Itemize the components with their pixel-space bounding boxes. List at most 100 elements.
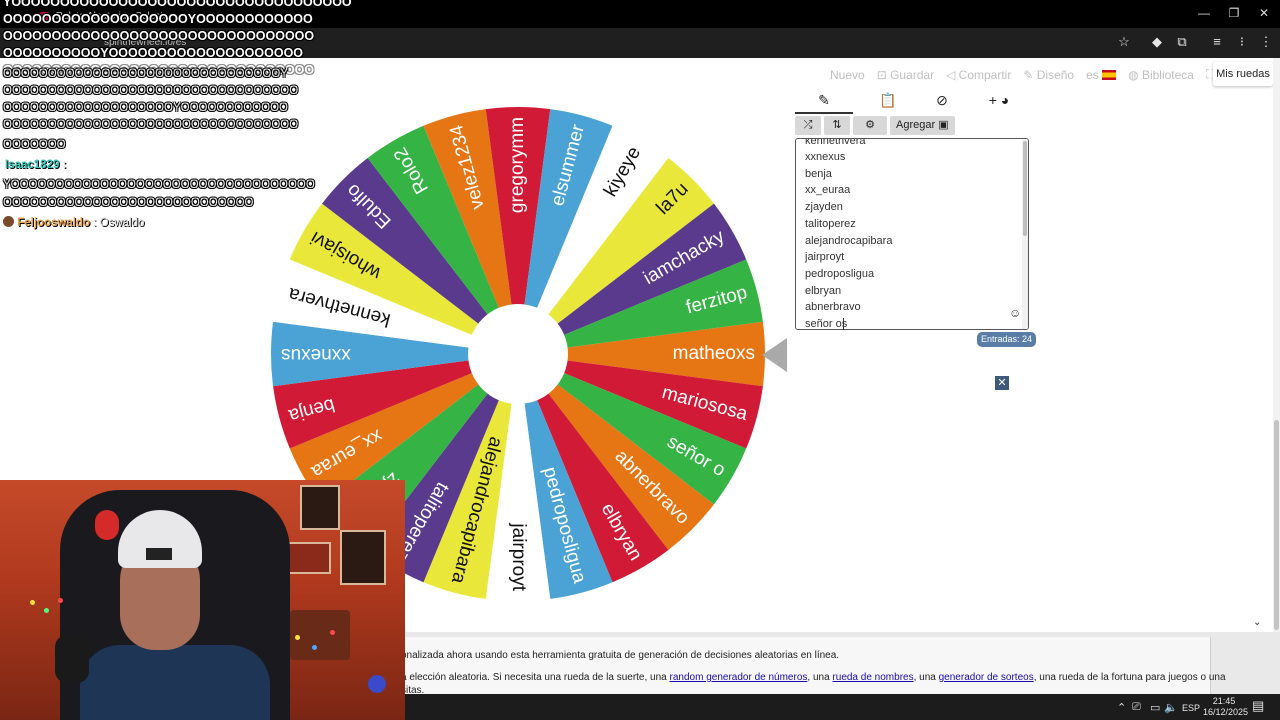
- extension-diamond-icon[interactable]: ◆: [1148, 34, 1166, 50]
- entry-item: xxnexus: [805, 151, 846, 163]
- string-light: [30, 600, 35, 605]
- entry-item: zjayden: [805, 201, 843, 213]
- chat-username-text: Feljooswaldo: [17, 217, 91, 229]
- entry-item: alejandrocapibara: [805, 235, 893, 247]
- agregar-image-button[interactable]: Agregar ▣: [890, 116, 955, 135]
- description-text: , una rueda de la fortuna para juegos o …: [1033, 672, 1226, 683]
- wheel-center[interactable]: [468, 304, 568, 404]
- guardar-button[interactable]: ⊡ Guardar: [877, 68, 934, 82]
- settings-gear-icon[interactable]: ⚙: [853, 116, 887, 135]
- minimize-icon[interactable]: —: [1194, 6, 1214, 20]
- media-queue-icon[interactable]: ≡: [1208, 34, 1226, 49]
- close-window-icon[interactable]: ✕: [1254, 6, 1274, 20]
- language-label: es: [1086, 67, 1099, 82]
- chat-message: OOOOOOOOOOOOOOOOOOOOOOOOOOOO: [3, 197, 254, 209]
- name-wheel-link[interactable]: rueda de nombres: [832, 672, 913, 683]
- diseno-button[interactable]: ✎ Diseño: [1023, 68, 1074, 82]
- agregar-label: Agregar: [896, 119, 936, 131]
- description-line: a elección aleatoria. Si necesita una ru…: [401, 672, 1226, 683]
- language-button[interactable]: es: [1086, 67, 1117, 82]
- poster-image: [340, 530, 386, 585]
- edit-pencil-icon[interactable]: ✎: [795, 92, 853, 114]
- spiderman-mask-decoration: [95, 510, 119, 540]
- chat-username: Feljooswaldo : Oswaldo: [3, 216, 144, 229]
- volume-icon[interactable]: 🔈: [1164, 701, 1178, 714]
- chat-message: OOOOOOOOOOOOOOOOOOOYOOOOOOOOOOOO: [3, 12, 313, 26]
- chevron-down-icon[interactable]: ⌄: [1253, 617, 1261, 628]
- microphone: [55, 635, 89, 683]
- add-color-icon[interactable]: + ◕: [981, 92, 1017, 114]
- entries-scroll-thumb[interactable]: [1023, 141, 1027, 236]
- spain-flag-icon: [1102, 70, 1117, 81]
- menu-kebab-icon[interactable]: ⋮: [1257, 34, 1275, 50]
- string-light: [44, 608, 49, 613]
- profile-icon[interactable]: ⁝: [1233, 34, 1251, 50]
- hide-eye-icon[interactable]: ⊘: [927, 92, 957, 114]
- nuevo-button[interactable]: Nuevo: [830, 68, 865, 82]
- notification-icon[interactable]: ▤: [1252, 698, 1264, 714]
- poster-image: [300, 485, 340, 530]
- raffle-generator-link[interactable]: generador de sorteos: [939, 672, 1034, 683]
- clock-date: 16/12/2025: [1203, 707, 1249, 717]
- string-light: [312, 645, 317, 650]
- hat-logo: [146, 548, 172, 560]
- chat-message: : Oswaldo: [93, 217, 145, 229]
- entry-item: talitoperez: [805, 218, 856, 230]
- biblioteca-label: Biblioteca: [1141, 67, 1194, 82]
- wheel-segment-label: xxnexus: [281, 344, 351, 365]
- description-line: onalizada ahora usando esta herramienta …: [401, 650, 840, 661]
- wheel-segment-label: jairproyt: [508, 522, 529, 591]
- description-text: , una: [913, 672, 936, 683]
- network-icon[interactable]: ⎚: [1132, 701, 1141, 714]
- chat-message: OOOOOOO: [3, 139, 66, 151]
- chat-username-text: Isaac1829: [5, 159, 60, 171]
- compartir-label: Compartir: [958, 67, 1012, 82]
- chevron-up-icon[interactable]: ⌃: [1117, 701, 1126, 714]
- compartir-button[interactable]: ◁ Compartir: [946, 68, 1011, 82]
- system-clock[interactable]: 21:45 16/12/2025: [1203, 696, 1249, 718]
- string-light: [330, 630, 335, 635]
- bookmark-star-icon[interactable]: ☆: [1115, 34, 1133, 50]
- entry-item: elbryan: [805, 285, 842, 297]
- sort-icon[interactable]: ⇅: [824, 116, 850, 135]
- string-light: [58, 598, 63, 603]
- random-number-link[interactable]: random generador de números: [670, 672, 808, 683]
- ornament-ball: [368, 675, 386, 693]
- biblioteca-button[interactable]: ◍ Biblioteca: [1128, 68, 1194, 82]
- chat-message: OOOOOOOOOOOOOOOOOOOOOOOOOOOOOOOY: [3, 68, 288, 80]
- clipboard-icon[interactable]: 📋: [873, 92, 903, 114]
- entry-item: kennethvera: [805, 138, 866, 147]
- page-scrollbar[interactable]: [1273, 58, 1280, 632]
- entry-item: benja: [805, 168, 832, 180]
- chat-avatar: [3, 216, 14, 227]
- person-body: [80, 645, 270, 720]
- text-cursor: [843, 318, 844, 330]
- chat-separator: :: [62, 159, 67, 171]
- windows-taskbar: [405, 694, 1280, 720]
- entry-item: jairproyt: [805, 251, 845, 263]
- chat-message: YOOOOOOOOOOOOOOOOOOOOOOOOOOOOOOOOOO: [3, 179, 315, 191]
- editor-tabs: ✎ 📋 ⊘ + ◕: [795, 90, 1027, 114]
- restore-icon[interactable]: ❐: [1224, 6, 1244, 20]
- shuffle-icon[interactable]: ⤮: [795, 116, 821, 135]
- page-scroll-thumb[interactable]: [1274, 420, 1279, 630]
- entries-textarea[interactable]: kennethvera xxnexus benja xx_euraa zjayd…: [795, 138, 1029, 330]
- emoji-icon[interactable]: ☺: [1009, 306, 1021, 320]
- site-toolbar: Nuevo ⊡ Guardar ◁ Compartir ✎ Diseño es …: [830, 67, 1214, 82]
- input-language[interactable]: ESP: [1182, 703, 1200, 713]
- entry-item: abnerbravo: [805, 301, 861, 313]
- chat-message: OOOOOOOOOOOOOOOOOOOYOOOOOOOOOOOO: [3, 102, 288, 114]
- description-card: onalizada ahora usando esta herramienta …: [395, 637, 1226, 696]
- wheel-segment-label: matheoxs: [673, 343, 755, 364]
- entries-count-badge: Entradas: 24: [977, 332, 1037, 347]
- extensions-puzzle-icon[interactable]: ⧉: [1173, 34, 1191, 50]
- entry-item: pedroposligua: [805, 268, 875, 280]
- mis-ruedas-button[interactable]: Mis ruedas: [1213, 62, 1273, 86]
- battery-icon[interactable]: ▭: [1150, 701, 1160, 714]
- entry-item: xx_euraa: [805, 184, 851, 196]
- entries-scrollbar[interactable]: [1022, 139, 1028, 329]
- chat-message: OOOOOOOOOOOOOOOOOOOOOOOOOOOOOOOOO: [3, 119, 299, 131]
- close-icon[interactable]: ✕: [995, 376, 1009, 390]
- string-light: [295, 635, 300, 640]
- screen: Ruleta Aleatoria - Selector Pr... — ❐ ✕ …: [0, 0, 1280, 720]
